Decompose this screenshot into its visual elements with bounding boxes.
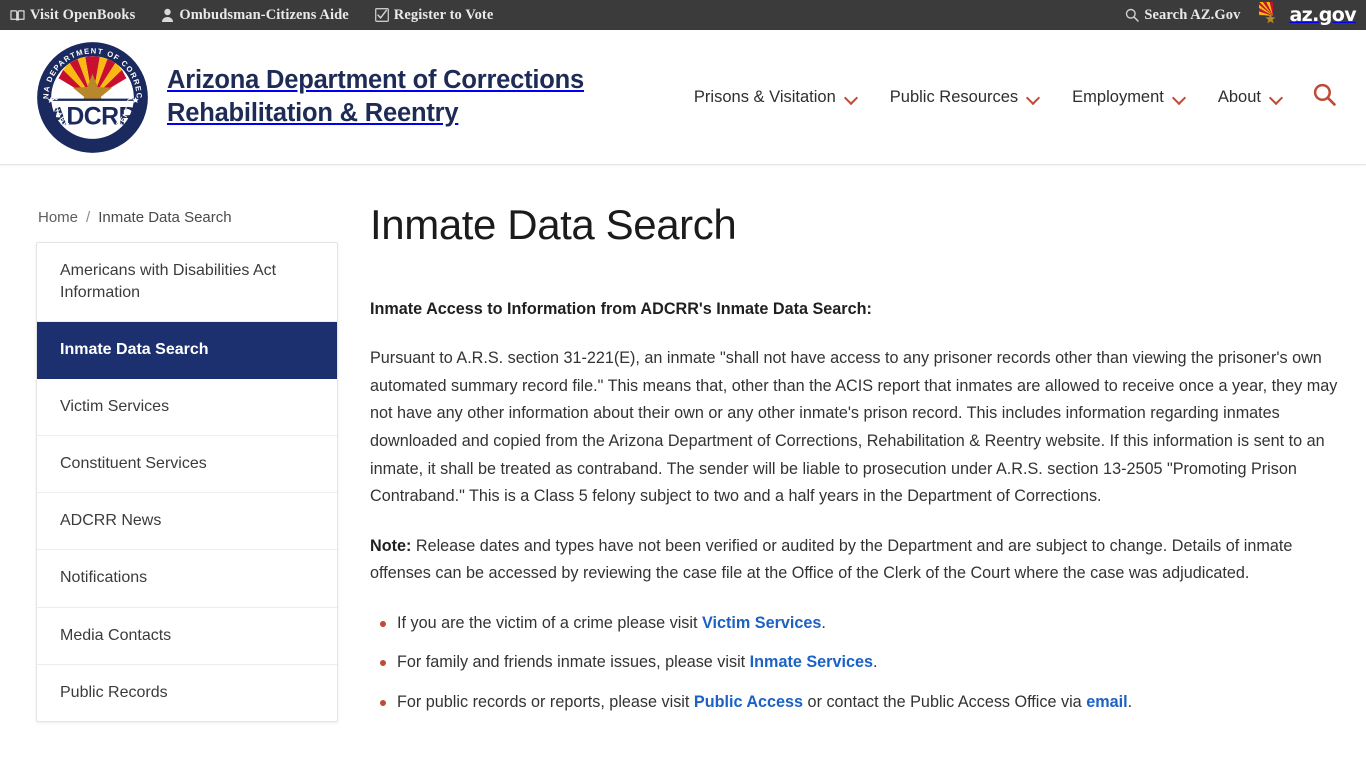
azgov-logo[interactable]: az.gov bbox=[1258, 0, 1357, 31]
page-body: Home / Inmate Data Search Americans with… bbox=[0, 165, 1366, 728]
bullet-text-after: . bbox=[821, 613, 826, 632]
site-brand-link[interactable]: ADCRR ARIZONA DEPARTMENT OF CORRECTIONS … bbox=[32, 34, 584, 154]
checkbox-checked-icon bbox=[374, 8, 389, 22]
breadcrumb-current: Inmate Data Search bbox=[98, 208, 232, 226]
nav-label: About bbox=[1217, 87, 1261, 106]
bullet-text-after: . bbox=[1127, 692, 1133, 711]
site-header: ADCRR ARIZONA DEPARTMENT OF CORRECTIONS … bbox=[0, 30, 1366, 165]
link-email[interactable]: email bbox=[1086, 693, 1127, 711]
link-inmate-services[interactable]: Inmate Services bbox=[750, 653, 873, 671]
search-icon bbox=[1125, 8, 1140, 22]
topbar-link-ombudsman[interactable]: Ombudsman-Citizens Aide bbox=[161, 6, 349, 24]
topbar-link-register-to-vote[interactable]: Register to Vote bbox=[374, 6, 494, 24]
topbar-link-label: Ombudsman-Citizens Aide bbox=[179, 6, 349, 23]
chevron-down-icon bbox=[845, 93, 858, 101]
nav-item-prisons-visitation[interactable]: Prisons & Visitation bbox=[678, 78, 874, 117]
bullet-text-before: If you are the victim of a crime please … bbox=[397, 613, 702, 632]
nav-label: Employment bbox=[1072, 87, 1164, 106]
page-title: Inmate Data Search bbox=[370, 201, 737, 248]
topbar-link-label: Register to Vote bbox=[393, 6, 494, 23]
topbar-link-label: Visit OpenBooks bbox=[30, 6, 136, 23]
main-navigation: Prisons & Visitation Public Resources Em… bbox=[678, 73, 1340, 121]
person-icon bbox=[161, 8, 174, 22]
list-item: If you are the victim of a crime please … bbox=[380, 610, 1340, 638]
topbar-links: Visit OpenBooks Ombudsman-Citizens Aide … bbox=[10, 7, 493, 24]
bullet-text-middle: or contact the Public Access Office via bbox=[803, 692, 1087, 711]
note-text: Release dates and types have not been ve… bbox=[370, 536, 1293, 583]
azgov-wordmark: az.gov bbox=[1289, 3, 1356, 26]
page-title-brand: Arizona Department of Corrections Rehabi… bbox=[167, 64, 584, 129]
nav-item-employment[interactable]: Employment bbox=[1056, 78, 1202, 117]
bullet-text-before: For family and friends inmate issues, pl… bbox=[397, 653, 750, 672]
topbar-right-group: Search AZ.Gov az.gov bbox=[1125, 0, 1358, 31]
chevron-down-icon bbox=[1173, 93, 1186, 101]
breadcrumb-separator: / bbox=[86, 208, 91, 226]
topbar-search-azgov-link[interactable]: Search AZ.Gov bbox=[1125, 7, 1240, 24]
breadcrumb-home-link[interactable]: Home bbox=[38, 209, 78, 226]
sidebar-item-adcrr-news[interactable]: ADCRR News bbox=[37, 493, 337, 551]
list-item: For public records or reports, please vi… bbox=[380, 689, 1340, 717]
sidebar-item-ada-information[interactable]: Americans with Disabilities Act Informat… bbox=[37, 243, 337, 323]
note-paragraph: Note: Release dates and types have not b… bbox=[370, 533, 1340, 588]
nav-label: Public Resources bbox=[889, 87, 1019, 106]
sidebar-item-victim-services[interactable]: Victim Services bbox=[37, 379, 337, 437]
bullet-text-before: For public records or reports, please vi… bbox=[397, 692, 694, 711]
topbar-search-label: Search AZ.Gov bbox=[1144, 6, 1241, 23]
sidebar-item-media-contacts[interactable]: Media Contacts bbox=[37, 608, 337, 665]
nav-item-about[interactable]: About bbox=[1202, 78, 1299, 117]
book-icon bbox=[10, 9, 25, 22]
link-victim-services[interactable]: Victim Services bbox=[702, 614, 821, 632]
sidebar-menu: Americans with Disabilities Act Informat… bbox=[36, 242, 338, 722]
breadcrumb: Home / Inmate Data Search bbox=[36, 165, 338, 226]
sidebar-item-notifications[interactable]: Notifications bbox=[37, 550, 337, 608]
policy-paragraph: Pursuant to A.R.S. section 31-221(E), an… bbox=[370, 349, 1338, 506]
chevron-down-icon bbox=[1270, 93, 1283, 101]
main-content: Inmate Data Search Inmate Access to Info… bbox=[368, 165, 1340, 728]
header-search-button[interactable] bbox=[1299, 73, 1340, 121]
resource-links-list: If you are the victim of a crime please … bbox=[370, 610, 1340, 717]
sidebar-item-inmate-data-search[interactable]: Inmate Data Search bbox=[37, 322, 337, 380]
left-column: Home / Inmate Data Search Americans with… bbox=[36, 165, 338, 728]
bullet-text-after: . bbox=[872, 653, 878, 672]
arizona-flag-star-icon bbox=[1258, 0, 1288, 31]
link-public-access[interactable]: Public Access bbox=[694, 693, 803, 711]
sidebar-item-constituent-services[interactable]: Constituent Services bbox=[37, 436, 337, 494]
adcrr-seal-icon: ADCRR ARIZONA DEPARTMENT OF CORRECTIONS … bbox=[32, 34, 149, 154]
note-label: Note: bbox=[370, 536, 412, 555]
az-utility-topbar: Visit OpenBooks Ombudsman-Citizens Aide … bbox=[0, 0, 1366, 30]
topbar-link-openbooks[interactable]: Visit OpenBooks bbox=[10, 7, 135, 24]
intro-lead-text: Inmate Access to Information from ADCRR'… bbox=[370, 299, 872, 318]
sidebar-item-public-records[interactable]: Public Records bbox=[37, 665, 337, 721]
nav-item-public-resources[interactable]: Public Resources bbox=[874, 78, 1056, 117]
site-title-line1: Arizona Department of Corrections bbox=[167, 66, 585, 95]
nav-label: Prisons & Visitation bbox=[693, 87, 836, 106]
site-title-line2: Rehabilitation & Reentry bbox=[167, 99, 459, 127]
list-item: For family and friends inmate issues, pl… bbox=[380, 649, 1340, 677]
chevron-down-icon bbox=[1027, 93, 1040, 101]
search-icon bbox=[1313, 83, 1336, 111]
